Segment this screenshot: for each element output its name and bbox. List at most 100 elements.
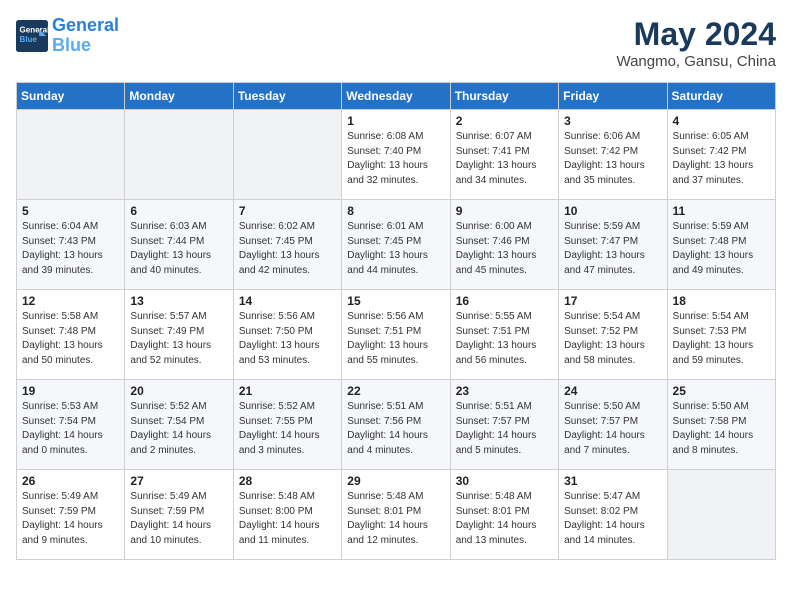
cell-content: Sunrise: 6:01 AM Sunset: 7:45 PM Dayligh… (347, 220, 444, 278)
weekday-monday: Monday (125, 83, 233, 110)
day-number: 1 (347, 114, 444, 128)
day-number: 27 (130, 474, 227, 488)
day-number: 2 (456, 114, 553, 128)
day-number: 12 (22, 294, 119, 308)
day-number: 22 (347, 384, 444, 398)
day-number: 10 (564, 204, 661, 218)
day-number: 20 (130, 384, 227, 398)
cell-content: Sunrise: 5:48 AM Sunset: 8:00 PM Dayligh… (239, 490, 336, 548)
day-number: 7 (239, 204, 336, 218)
weekday-tuesday: Tuesday (233, 83, 341, 110)
cell-content: Sunrise: 5:56 AM Sunset: 7:51 PM Dayligh… (347, 310, 444, 368)
cell-content: Sunrise: 5:56 AM Sunset: 7:50 PM Dayligh… (239, 310, 336, 368)
day-number: 9 (456, 204, 553, 218)
day-number: 17 (564, 294, 661, 308)
calendar-cell: 23 Sunrise: 5:51 AM Sunset: 7:57 PM Dayli… (450, 380, 558, 470)
calendar-table: SundayMondayTuesdayWednesdayThursdayFrid… (16, 82, 776, 560)
calendar-cell: 16 Sunrise: 5:55 AM Sunset: 7:51 PM Dayli… (450, 290, 558, 380)
cell-content: Sunrise: 5:55 AM Sunset: 7:51 PM Dayligh… (456, 310, 553, 368)
day-number: 23 (456, 384, 553, 398)
calendar-cell: 20Sunrise: 5:52 AM Sunset: 7:54 PM Dayli… (125, 380, 233, 470)
calendar-cell: 10 Sunrise: 5:59 AM Sunset: 7:47 PM Dayli… (559, 200, 667, 290)
cell-content: Sunrise: 5:59 AM Sunset: 7:48 PM Dayligh… (673, 220, 770, 278)
title-block: May 2024 Wangmo, Gansu, China (616, 16, 776, 70)
day-number: 24 (564, 384, 661, 398)
cell-content: Sunrise: 5:50 AM Sunset: 7:58 PM Dayligh… (673, 400, 770, 458)
cell-content: Sunrise: 6:05 AM Sunset: 7:42 PM Dayligh… (673, 130, 770, 188)
calendar-cell: 19Sunrise: 5:53 AM Sunset: 7:54 PM Dayli… (17, 380, 125, 470)
day-number: 26 (22, 474, 119, 488)
calendar-cell: 26 Sunrise: 5:49 AM Sunset: 7:59 PM Dayli… (17, 470, 125, 560)
svg-text:General: General (20, 25, 48, 34)
cell-content: Sunrise: 5:49 AM Sunset: 7:59 PM Dayligh… (22, 490, 119, 548)
cell-content: Sunrise: 5:54 AM Sunset: 7:52 PM Dayligh… (564, 310, 661, 368)
calendar-cell: 5 Sunrise: 6:04 AM Sunset: 7:43 PM Daylig… (17, 200, 125, 290)
weekday-saturday: Saturday (667, 83, 775, 110)
cell-content: Sunrise: 5:47 AM Sunset: 8:02 PM Dayligh… (564, 490, 661, 548)
calendar-cell: 8 Sunrise: 6:01 AM Sunset: 7:45 PM Daylig… (342, 200, 450, 290)
cell-content: Sunrise: 6:06 AM Sunset: 7:42 PM Dayligh… (564, 130, 661, 188)
day-number: 14 (239, 294, 336, 308)
day-number: 5 (22, 204, 119, 218)
calendar-week-2: 5 Sunrise: 6:04 AM Sunset: 7:43 PM Daylig… (17, 200, 776, 290)
calendar-cell: 1Sunrise: 6:08 AM Sunset: 7:40 PM Daylig… (342, 110, 450, 200)
logo: General Blue GeneralBlue (16, 16, 119, 56)
weekday-sunday: Sunday (17, 83, 125, 110)
calendar-cell (17, 110, 125, 200)
calendar-week-3: 12 Sunrise: 5:58 AM Sunset: 7:48 PM Dayli… (17, 290, 776, 380)
calendar-cell: 2 Sunrise: 6:07 AM Sunset: 7:41 PM Daylig… (450, 110, 558, 200)
cell-content: Sunrise: 6:02 AM Sunset: 7:45 PM Dayligh… (239, 220, 336, 278)
calendar-cell: 4 Sunrise: 6:05 AM Sunset: 7:42 PM Daylig… (667, 110, 775, 200)
calendar-cell (233, 110, 341, 200)
day-number: 16 (456, 294, 553, 308)
calendar-cell: 25 Sunrise: 5:50 AM Sunset: 7:58 PM Dayli… (667, 380, 775, 470)
day-number: 18 (673, 294, 770, 308)
page-header: General Blue GeneralBlue May 2024 Wangmo… (16, 16, 776, 70)
calendar-week-5: 26 Sunrise: 5:49 AM Sunset: 7:59 PM Dayli… (17, 470, 776, 560)
logo-icon: General Blue (16, 20, 48, 52)
cell-content: Sunrise: 6:03 AM Sunset: 7:44 PM Dayligh… (130, 220, 227, 278)
calendar-cell (667, 470, 775, 560)
weekday-wednesday: Wednesday (342, 83, 450, 110)
calendar-cell: 31 Sunrise: 5:47 AM Sunset: 8:02 PM Dayli… (559, 470, 667, 560)
cell-content: Sunrise: 5:51 AM Sunset: 7:57 PM Dayligh… (456, 400, 553, 458)
calendar-cell: 11 Sunrise: 5:59 AM Sunset: 7:48 PM Dayli… (667, 200, 775, 290)
calendar-cell: 27 Sunrise: 5:49 AM Sunset: 7:59 PM Dayli… (125, 470, 233, 560)
cell-content: Sunrise: 5:58 AM Sunset: 7:48 PM Dayligh… (22, 310, 119, 368)
calendar-cell: 29Sunrise: 5:48 AM Sunset: 8:01 PM Dayli… (342, 470, 450, 560)
month-title: May 2024 (616, 16, 776, 53)
cell-content: Sunrise: 6:07 AM Sunset: 7:41 PM Dayligh… (456, 130, 553, 188)
calendar-cell: 22 Sunrise: 5:51 AM Sunset: 7:56 PM Dayli… (342, 380, 450, 470)
calendar-cell: 30 Sunrise: 5:48 AM Sunset: 8:01 PM Dayli… (450, 470, 558, 560)
weekday-friday: Friday (559, 83, 667, 110)
calendar-cell: 24Sunrise: 5:50 AM Sunset: 7:57 PM Dayli… (559, 380, 667, 470)
calendar-cell: 3 Sunrise: 6:06 AM Sunset: 7:42 PM Daylig… (559, 110, 667, 200)
day-number: 8 (347, 204, 444, 218)
cell-content: Sunrise: 5:59 AM Sunset: 7:47 PM Dayligh… (564, 220, 661, 278)
day-number: 25 (673, 384, 770, 398)
day-number: 13 (130, 294, 227, 308)
cell-content: Sunrise: 5:48 AM Sunset: 8:01 PM Dayligh… (456, 490, 553, 548)
day-number: 31 (564, 474, 661, 488)
calendar-body: 1Sunrise: 6:08 AM Sunset: 7:40 PM Daylig… (17, 110, 776, 560)
day-number: 3 (564, 114, 661, 128)
day-number: 29 (347, 474, 444, 488)
cell-content: Sunrise: 5:49 AM Sunset: 7:59 PM Dayligh… (130, 490, 227, 548)
day-number: 30 (456, 474, 553, 488)
cell-content: Sunrise: 6:00 AM Sunset: 7:46 PM Dayligh… (456, 220, 553, 278)
weekday-header-row: SundayMondayTuesdayWednesdayThursdayFrid… (17, 83, 776, 110)
day-number: 15 (347, 294, 444, 308)
day-number: 4 (673, 114, 770, 128)
calendar-cell: 14 Sunrise: 5:56 AM Sunset: 7:50 PM Dayli… (233, 290, 341, 380)
cell-content: Sunrise: 6:04 AM Sunset: 7:43 PM Dayligh… (22, 220, 119, 278)
day-number: 11 (673, 204, 770, 218)
cell-content: Sunrise: 5:54 AM Sunset: 7:53 PM Dayligh… (673, 310, 770, 368)
calendar-cell: 15 Sunrise: 5:56 AM Sunset: 7:51 PM Dayli… (342, 290, 450, 380)
calendar-cell: 6Sunrise: 6:03 AM Sunset: 7:44 PM Daylig… (125, 200, 233, 290)
day-number: 21 (239, 384, 336, 398)
cell-content: Sunrise: 5:51 AM Sunset: 7:56 PM Dayligh… (347, 400, 444, 458)
calendar-cell: 12 Sunrise: 5:58 AM Sunset: 7:48 PM Dayli… (17, 290, 125, 380)
svg-text:Blue: Blue (20, 35, 38, 44)
calendar-week-4: 19Sunrise: 5:53 AM Sunset: 7:54 PM Dayli… (17, 380, 776, 470)
calendar-cell: 28Sunrise: 5:48 AM Sunset: 8:00 PM Dayli… (233, 470, 341, 560)
